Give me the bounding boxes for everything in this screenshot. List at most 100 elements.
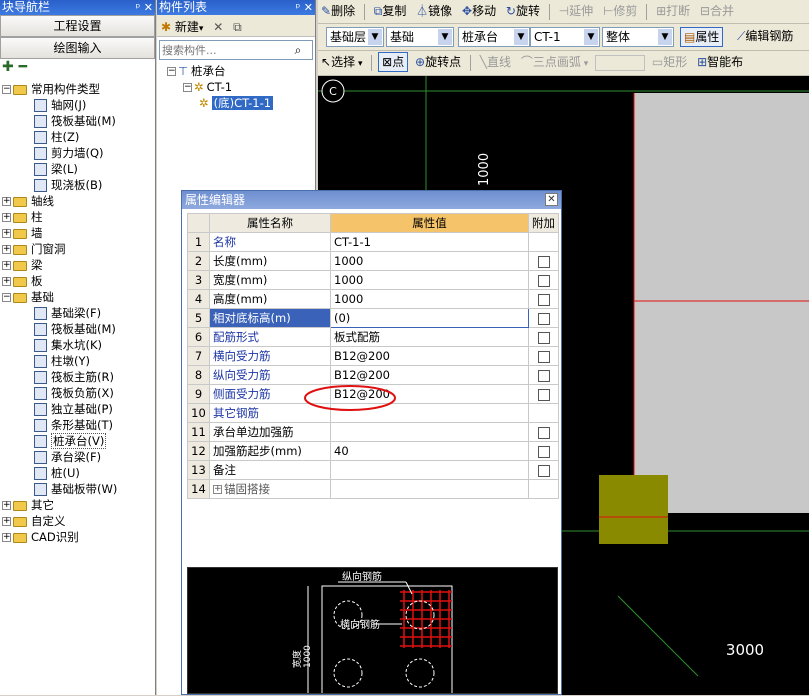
collapse-icon[interactable]: − bbox=[2, 293, 11, 302]
arc-mode-select[interactable] bbox=[595, 54, 646, 71]
attach-checkbox[interactable] bbox=[537, 445, 550, 458]
component-select[interactable]: CT-1 ▼ bbox=[530, 27, 600, 47]
collapse-icon[interactable]: − bbox=[2, 85, 11, 94]
tree-folder[interactable]: + 轴线 bbox=[0, 193, 155, 209]
expand-icon[interactable]: + bbox=[2, 229, 11, 238]
tree-folder[interactable]: + 其它 bbox=[0, 497, 155, 513]
line-button[interactable]: ╲直线 bbox=[477, 51, 514, 73]
property-row[interactable]: 6 配筋形式 板式配筋 bbox=[187, 327, 559, 347]
pile-cap-block[interactable] bbox=[599, 475, 668, 544]
panel-controls[interactable]: ᵖ ✕ bbox=[136, 0, 153, 15]
tree-item[interactable]: 承台梁(F) bbox=[0, 449, 155, 465]
property-value[interactable]: (0) bbox=[330, 308, 529, 328]
property-value[interactable]: B12@200 bbox=[330, 346, 529, 366]
property-value[interactable]: B12@200 bbox=[330, 365, 529, 385]
collapse-icon[interactable]: − bbox=[167, 67, 176, 76]
property-value[interactable]: CT-1-1 bbox=[330, 232, 529, 252]
new-component-button[interactable]: ✱ 新建▾ bbox=[161, 20, 207, 34]
tree-item[interactable]: 现浇板(B) bbox=[0, 177, 155, 193]
property-row[interactable]: 13 备注 bbox=[187, 460, 559, 480]
expand-icon[interactable]: + bbox=[2, 261, 11, 270]
move-button[interactable]: ✥移动 bbox=[459, 0, 499, 22]
property-row[interactable]: 7 横向受力筋 B12@200 bbox=[187, 346, 559, 366]
tree-item[interactable]: 柱(Z) bbox=[0, 129, 155, 145]
tree-item[interactable]: 剪力墙(Q) bbox=[0, 145, 155, 161]
expand-icon[interactable]: + bbox=[2, 213, 11, 222]
property-value[interactable]: 1000 bbox=[330, 251, 529, 271]
property-value[interactable] bbox=[330, 422, 529, 442]
property-row[interactable]: 4 高度(mm) 1000 bbox=[187, 289, 559, 309]
tree-item[interactable]: 基础板带(W) bbox=[0, 481, 155, 497]
tree-item[interactable]: 桩承台(V) bbox=[0, 433, 155, 449]
property-row[interactable]: 3 宽度(mm) 1000 bbox=[187, 270, 559, 290]
tree-item[interactable]: 轴网(J) bbox=[0, 97, 155, 113]
select-button[interactable]: ↖选择 ▾ bbox=[318, 51, 365, 75]
component-tree-item[interactable]: ✲ (底)CT-1-1 bbox=[157, 95, 315, 111]
rotate-point-button[interactable]: ⊕旋转点 bbox=[412, 51, 464, 73]
attach-checkbox[interactable] bbox=[537, 331, 550, 344]
attach-checkbox[interactable] bbox=[537, 464, 550, 477]
collapse-icon[interactable]: − bbox=[183, 83, 192, 92]
expand-icon[interactable]: + bbox=[2, 245, 11, 254]
scope-select[interactable]: 整体 ▼ bbox=[602, 27, 674, 47]
arc-button[interactable]: ⌒三点画弧 ▾ bbox=[518, 51, 591, 75]
component-tree-item[interactable]: − ⊤ 桩承台 bbox=[157, 63, 315, 79]
search-icon[interactable]: ⌕ bbox=[290, 43, 306, 58]
mirror-button[interactable]: ⏃镜像 bbox=[413, 0, 455, 22]
tree-folder[interactable]: + 墙 bbox=[0, 225, 155, 241]
tree-item[interactable]: 筏板基础(M) bbox=[0, 321, 155, 337]
property-row[interactable]: 2 长度(mm) 1000 bbox=[187, 251, 559, 271]
property-row[interactable]: 5 相对底标高(m) (0) bbox=[187, 308, 559, 328]
slab-region[interactable] bbox=[634, 93, 809, 513]
attach-checkbox[interactable] bbox=[537, 274, 550, 287]
close-icon[interactable]: ✕ bbox=[545, 193, 558, 206]
expand-icon[interactable]: + bbox=[2, 517, 11, 526]
property-value[interactable] bbox=[330, 479, 529, 499]
copy-icon[interactable]: ⧉ bbox=[233, 20, 242, 34]
expand-collapse-tools[interactable]: ✚ ━ bbox=[0, 59, 155, 81]
category-select[interactable]: 基础 ▼ bbox=[386, 27, 454, 47]
expand-icon[interactable]: + bbox=[2, 533, 11, 542]
draw-input-button[interactable]: 绘图输入 bbox=[0, 37, 155, 59]
tree-folder[interactable]: + CAD识别 bbox=[0, 529, 155, 545]
panel-controls[interactable]: ᵖ ✕ bbox=[296, 0, 313, 15]
tree-folder[interactable]: − 常用构件类型 bbox=[0, 81, 155, 97]
rectangle-button[interactable]: ▭矩形 bbox=[649, 51, 690, 73]
tree-item[interactable]: 筏板基础(M) bbox=[0, 113, 155, 129]
tree-folder[interactable]: + 门窗洞 bbox=[0, 241, 155, 257]
tree-folder[interactable]: + 自定义 bbox=[0, 513, 155, 529]
rotate-button[interactable]: ↻旋转 bbox=[503, 0, 543, 22]
property-value[interactable]: 40 bbox=[330, 441, 529, 461]
attach-checkbox[interactable] bbox=[537, 426, 550, 439]
attach-checkbox[interactable] bbox=[537, 350, 550, 363]
property-value[interactable]: 1000 bbox=[330, 270, 529, 290]
smart-layout-button[interactable]: ⊞智能布 bbox=[694, 51, 746, 73]
delete-button[interactable]: ✎删除 bbox=[318, 0, 358, 22]
edit-rebar-button[interactable]: ⟋编辑钢筋 bbox=[734, 27, 796, 45]
attach-checkbox[interactable] bbox=[537, 388, 550, 401]
tree-item[interactable]: 梁(L) bbox=[0, 161, 155, 177]
property-row[interactable]: 12 加强筋起步(mm) 40 bbox=[187, 441, 559, 461]
copy-button[interactable]: ⧉复制 bbox=[371, 0, 410, 22]
attach-checkbox[interactable] bbox=[537, 369, 550, 382]
delete-icon[interactable]: ✕ bbox=[213, 20, 223, 34]
property-value[interactable] bbox=[330, 460, 529, 480]
trim-button[interactable]: ⊢修剪 bbox=[600, 0, 640, 22]
tree-item[interactable]: 条形基础(T) bbox=[0, 417, 155, 433]
properties-button[interactable]: ▤属性 bbox=[680, 27, 724, 47]
property-row[interactable]: 14 + 锚固搭接 bbox=[187, 479, 559, 499]
tree-item[interactable]: 筏板主筋(R) bbox=[0, 369, 155, 385]
expand-icon[interactable]: + bbox=[213, 485, 222, 494]
property-value[interactable]: 1000 bbox=[330, 289, 529, 309]
attach-checkbox[interactable] bbox=[537, 255, 550, 268]
expand-icon[interactable]: + bbox=[2, 197, 11, 206]
floor-select[interactable]: 基础层 ▼ bbox=[326, 27, 384, 47]
point-button[interactable]: ⊠点 bbox=[378, 52, 409, 72]
tree-item[interactable]: 筏板负筋(X) bbox=[0, 385, 155, 401]
break-button[interactable]: ⊞打断 bbox=[653, 0, 693, 22]
property-row[interactable]: 11 承台单边加强筋 bbox=[187, 422, 559, 442]
tree-folder[interactable]: − 基础 bbox=[0, 289, 155, 305]
attach-checkbox[interactable] bbox=[537, 312, 550, 325]
attach-checkbox[interactable] bbox=[537, 293, 550, 306]
expand-icon[interactable]: + bbox=[2, 501, 11, 510]
